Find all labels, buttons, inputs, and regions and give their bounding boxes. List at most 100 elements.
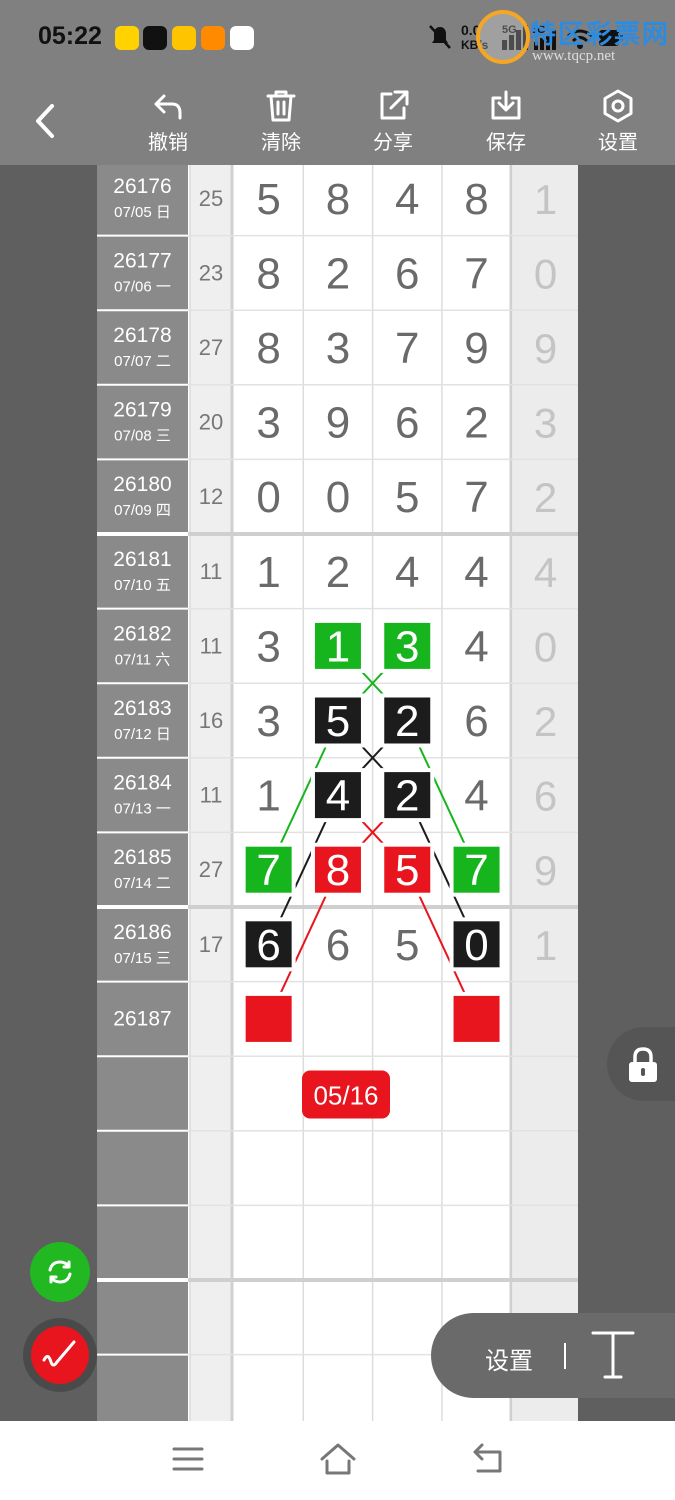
- issue-date: 07/10 五: [114, 577, 171, 594]
- digit-cell: 3: [395, 622, 419, 671]
- digit-cell: 9: [464, 324, 488, 373]
- sum-value: 11: [200, 783, 223, 808]
- digit-cell: 0: [464, 921, 488, 970]
- lock-icon: [629, 1047, 657, 1082]
- digit-cell: 2: [326, 548, 350, 597]
- status-time: 05:22: [38, 22, 102, 50]
- issue-number: 26186: [113, 921, 171, 944]
- text-settings-pill[interactable]: 设置: [431, 1313, 675, 1398]
- undo-button[interactable]: 撤销: [128, 82, 208, 162]
- share-button[interactable]: 分享: [353, 82, 433, 162]
- issue-date: 07/14 二: [114, 875, 171, 892]
- trash-icon: [266, 90, 296, 122]
- pen-button[interactable]: [31, 1326, 89, 1384]
- settings-hex-icon: [603, 89, 633, 123]
- digit-cell: 8: [256, 249, 280, 298]
- digit-cell: 4: [464, 622, 488, 671]
- sum-value: 16: [199, 708, 223, 733]
- issue-number: 26185: [113, 846, 171, 869]
- digit-cell: 5: [395, 846, 419, 895]
- settings-button[interactable]: 设置: [578, 82, 658, 162]
- top-toolbar: 撤销 清除 分享 保存 设置: [0, 78, 675, 165]
- digit-cell: 0: [326, 473, 350, 522]
- digit-cell: 4: [395, 175, 419, 224]
- save-button[interactable]: 保存: [466, 82, 546, 162]
- issue-date: 07/15 三: [114, 950, 171, 967]
- sync-button[interactable]: [30, 1242, 90, 1302]
- highlight-box-red-empty[interactable]: [453, 995, 500, 1042]
- sum-value: 27: [199, 335, 223, 360]
- issue-number: 26176: [113, 175, 171, 198]
- issue-number: 26180: [113, 473, 171, 496]
- menu-icon[interactable]: [168, 1439, 208, 1479]
- share-label: 分享: [373, 132, 413, 154]
- text-T-icon[interactable]: [587, 1327, 639, 1383]
- issue-date: 07/09 四: [114, 502, 171, 519]
- digit-cell: 8: [326, 175, 350, 224]
- digit-cell: 2: [395, 697, 419, 746]
- settings-label: 设置: [598, 132, 638, 154]
- issue-number: 26178: [113, 324, 171, 347]
- digit-cell: 3: [256, 622, 280, 671]
- clear-label: 清除: [261, 132, 301, 154]
- sum-value: 20: [199, 410, 223, 435]
- digit-cell: 6: [395, 399, 419, 448]
- issue-number: 26179: [113, 399, 171, 422]
- issue-date: 07/07 二: [114, 353, 171, 370]
- issue-date: 07/08 三: [114, 428, 171, 445]
- digit-cell: 7: [464, 846, 488, 895]
- digit-cell: 5: [256, 175, 280, 224]
- digit-cell: 8: [256, 324, 280, 373]
- grid-canvas: 2617607/05 日25 5 8 4 8 12617707/06 一23 8 2 6 7 026…: [97, 165, 578, 1421]
- issue-number: 26187: [113, 1007, 171, 1030]
- sum-value: 11: [200, 559, 223, 584]
- extra-digit: 3: [534, 400, 557, 447]
- clear-button[interactable]: 清除: [241, 82, 321, 162]
- extra-digit: 1: [534, 922, 557, 969]
- issue-date: 07/05 日: [114, 204, 171, 221]
- digit-cell: 5: [395, 921, 419, 970]
- undo-icon: [154, 94, 182, 120]
- date-badge-text: 05/16: [313, 1081, 378, 1111]
- digit-cell: 1: [256, 772, 280, 821]
- digit-cell: 1: [256, 548, 280, 597]
- digit-cell: 4: [464, 772, 488, 821]
- extra-digit: 9: [534, 847, 557, 894]
- lottery-trend-grid[interactable]: 26176 07/05 日 25 5 8 4 8 1 26177 07/06 一 23 8 2 6 7 0 26…: [97, 165, 578, 1421]
- text-settings-label[interactable]: 设置: [485, 1341, 533, 1376]
- return-icon[interactable]: [468, 1439, 508, 1479]
- system-nav-bar: [0, 1421, 675, 1500]
- digit-cell: 3: [256, 697, 280, 746]
- sum-value: 27: [199, 857, 223, 882]
- lock-button[interactable]: [607, 1027, 675, 1101]
- digit-cell: 2: [326, 249, 350, 298]
- digit-cell: 4: [326, 772, 350, 821]
- extra-digit: 2: [534, 474, 557, 521]
- digit-cell: 8: [326, 846, 350, 895]
- digit-cell: 5: [395, 473, 419, 522]
- digit-cell: 3: [256, 399, 280, 448]
- douyin-icon: [143, 26, 167, 50]
- issue-number: 26183: [113, 697, 171, 720]
- pen-icon: [42, 1340, 76, 1367]
- back-arrow-icon[interactable]: [26, 98, 66, 144]
- pill-divider: [564, 1343, 566, 1369]
- extra-digit: 2: [534, 698, 557, 745]
- share-icon: [380, 90, 409, 120]
- sync-icon: [48, 1260, 72, 1284]
- digit-cell: 6: [395, 249, 419, 298]
- digit-cell: 3: [326, 324, 350, 373]
- sum-value: 23: [199, 260, 223, 285]
- highlight-box-red-empty[interactable]: [245, 995, 292, 1042]
- issue-number: 26182: [113, 622, 171, 645]
- sum-value: 12: [199, 484, 223, 509]
- extra-digit: 9: [534, 325, 557, 372]
- digit-cell: 7: [464, 249, 488, 298]
- home-icon[interactable]: [318, 1439, 358, 1479]
- sum-value: 25: [199, 186, 223, 211]
- yellow-app-icon: [172, 26, 196, 50]
- pen-button-ring[interactable]: [23, 1318, 97, 1392]
- save-label: 保存: [486, 132, 526, 154]
- video-app-icon: [201, 26, 225, 50]
- digit-cell: 0: [256, 473, 280, 522]
